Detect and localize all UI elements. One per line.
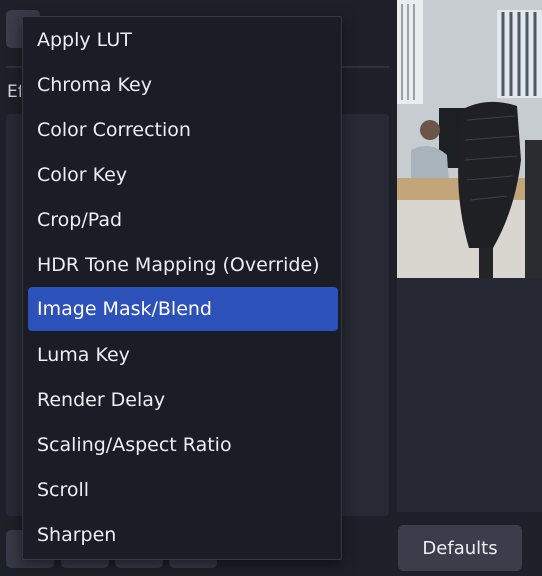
menu-item-color-key[interactable]: Color Key bbox=[28, 153, 338, 197]
menu-item-scroll[interactable]: Scroll bbox=[28, 468, 338, 512]
effect-filters-label: Ef bbox=[7, 82, 21, 102]
video-preview bbox=[397, 0, 542, 278]
preview-panel bbox=[397, 278, 542, 512]
menu-item-sharpen[interactable]: Sharpen bbox=[28, 513, 338, 557]
filters-dialog: Ef Defaults Apply LUT Chroma Key Color C… bbox=[0, 0, 542, 576]
menu-item-chroma-key[interactable]: Chroma Key bbox=[28, 63, 338, 107]
menu-item-image-mask-blend[interactable]: Image Mask/Blend bbox=[28, 287, 338, 331]
menu-item-luma-key[interactable]: Luma Key bbox=[28, 333, 338, 377]
defaults-button[interactable]: Defaults bbox=[398, 525, 522, 571]
menu-item-scaling-aspect[interactable]: Scaling/Aspect Ratio bbox=[28, 423, 338, 467]
menu-item-apply-lut[interactable]: Apply LUT bbox=[28, 18, 338, 62]
menu-item-color-correction[interactable]: Color Correction bbox=[28, 108, 338, 152]
menu-item-hdr-tone-mapping[interactable]: HDR Tone Mapping (Override) bbox=[28, 243, 338, 287]
menu-item-crop-pad[interactable]: Crop/Pad bbox=[28, 198, 338, 242]
add-filter-dropdown: Apply LUT Chroma Key Color Correction Co… bbox=[22, 16, 342, 560]
menu-item-render-delay[interactable]: Render Delay bbox=[28, 378, 338, 422]
preview-image bbox=[397, 0, 542, 278]
